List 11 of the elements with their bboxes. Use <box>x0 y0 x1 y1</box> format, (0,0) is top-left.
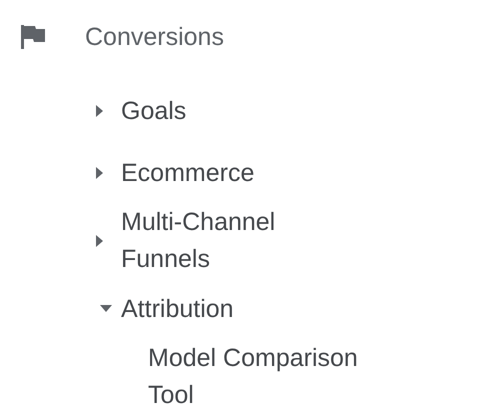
nav-item[interactable]: Multi-Channel Funnels <box>121 204 331 278</box>
section-title[interactable]: Conversions <box>85 18 224 56</box>
caret-right-icon[interactable] <box>96 167 104 179</box>
nav-item[interactable]: Attribution <box>121 290 331 328</box>
nav-item[interactable]: Ecommerce <box>121 154 331 192</box>
nav-subitem[interactable]: Model Comparison Tool <box>148 340 398 412</box>
caret-right-icon[interactable] <box>96 235 104 247</box>
flag-icon <box>20 24 46 50</box>
nav-item[interactable]: Goals <box>121 92 331 130</box>
caret-down-icon[interactable] <box>100 305 112 313</box>
caret-right-icon[interactable] <box>96 105 104 117</box>
